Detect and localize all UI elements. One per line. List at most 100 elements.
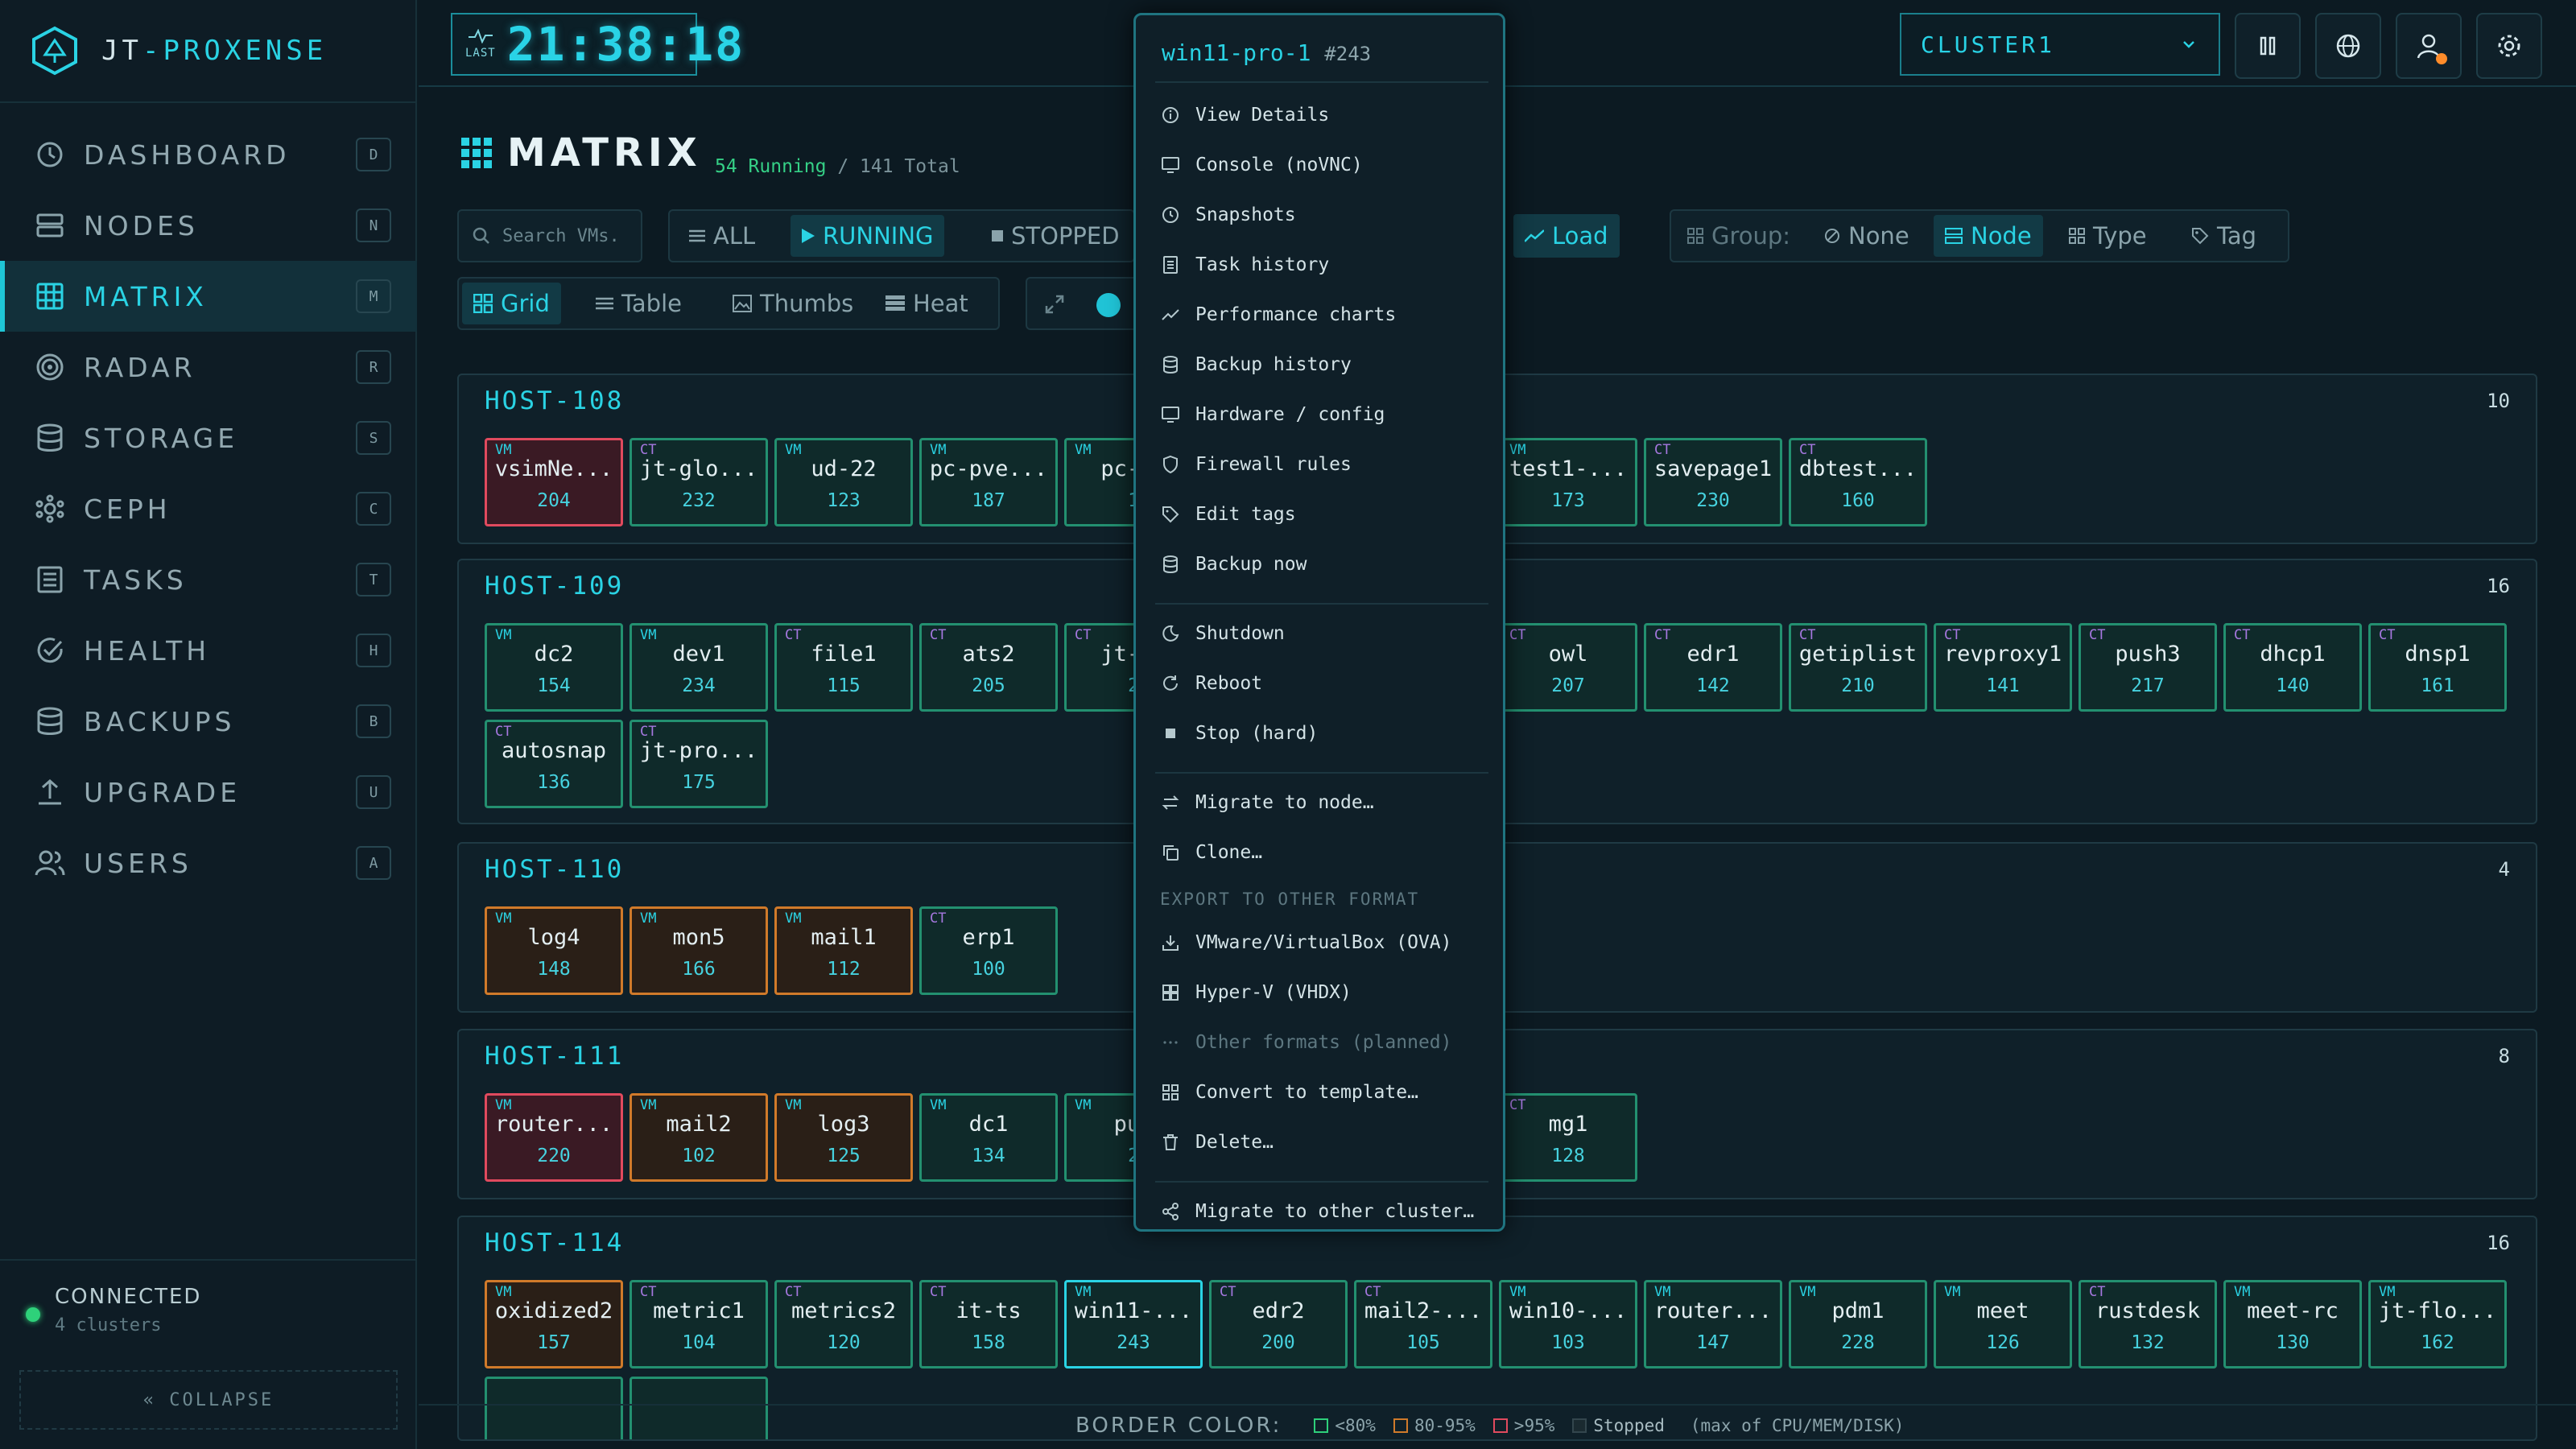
menu-item-hardware-config[interactable]: Hardware / config: [1160, 398, 1385, 431]
vm-tile[interactable]: CT jt-glo... 232: [630, 438, 768, 526]
vm-tile[interactable]: VM vsimNe... 204: [485, 438, 623, 526]
language-button[interactable]: [2315, 13, 2381, 79]
sidebar-item-radar[interactable]: RADAR R: [0, 332, 417, 402]
user-button[interactable]: [2396, 13, 2462, 79]
vm-tile[interactable]: CT push3 217: [2079, 623, 2217, 712]
group-node[interactable]: Node: [1934, 215, 2043, 257]
vm-tile[interactable]: VM ud-22 123: [774, 438, 913, 526]
menu-item-console-novnc[interactable]: Console (noVNC): [1160, 149, 1363, 181]
cluster-select[interactable]: CLUSTER1: [1900, 13, 2220, 76]
vm-tile[interactable]: CT revproxy1 141: [1934, 623, 2072, 712]
vm-tile[interactable]: CT edr2 200: [1209, 1280, 1348, 1368]
vm-tile[interactable]: VM meet-rc 130: [2223, 1280, 2362, 1368]
pause-button[interactable]: [2235, 13, 2301, 79]
vm-tile[interactable]: CT it-ts 158: [919, 1280, 1058, 1368]
vm-tile[interactable]: CT mg1 128: [1499, 1093, 1637, 1182]
vm-tile[interactable]: CT mail2-... 105: [1354, 1280, 1492, 1368]
sidebar-item-dashboard[interactable]: DASHBOARD D: [0, 119, 417, 190]
menu-item-backup-now[interactable]: Backup now: [1160, 548, 1307, 580]
menu-item-task-history[interactable]: Task history: [1160, 249, 1329, 281]
group-tag[interactable]: Tag: [2180, 215, 2268, 257]
menu-item-migrate-to-node[interactable]: Migrate to node…: [1160, 786, 1374, 819]
host-name[interactable]: HOST-114: [485, 1228, 624, 1257]
vm-tile[interactable]: CT owl 207: [1499, 623, 1637, 712]
vm-tile[interactable]: VM router... 220: [485, 1093, 623, 1182]
search-input[interactable]: Search VMs.: [457, 209, 642, 262]
vm-tile[interactable]: VM meet 126: [1934, 1280, 2072, 1368]
vm-tile[interactable]: VM mail2 102: [630, 1093, 768, 1182]
menu-item-backup-history[interactable]: Backup history: [1160, 349, 1352, 381]
vm-tile[interactable]: CT metric1 104: [630, 1280, 768, 1368]
sidebar-item-nodes[interactable]: NODES N: [0, 190, 417, 261]
vm-tile[interactable]: CT dhcp1 140: [2223, 623, 2362, 712]
vm-tile[interactable]: CT autosnap 136: [485, 720, 623, 808]
vm-tile[interactable]: VM dc1 134: [919, 1093, 1058, 1182]
view-table[interactable]: Table: [584, 283, 693, 324]
view-heat[interactable]: Heat: [874, 283, 980, 324]
filter-running[interactable]: RUNNING: [791, 215, 945, 257]
menu-item-reboot[interactable]: Reboot: [1160, 667, 1262, 700]
vm-tile[interactable]: [630, 1377, 768, 1439]
menu-item-snapshots[interactable]: Snapshots: [1160, 199, 1296, 231]
vm-tile[interactable]: VM win11-... 243: [1064, 1280, 1203, 1368]
menu-item-migrate-to-other-cluster[interactable]: Migrate to other cluster…: [1160, 1195, 1474, 1228]
menu-item-shutdown[interactable]: Shutdown: [1160, 617, 1285, 650]
vm-tile[interactable]: CT erp1 100: [919, 906, 1058, 995]
vm-tile[interactable]: VM log4 148: [485, 906, 623, 995]
vm-tile[interactable]: CT edr1 142: [1644, 623, 1782, 712]
sidebar-item-ceph[interactable]: CEPH C: [0, 473, 417, 544]
vm-tile[interactable]: VM pc-pve... 187: [919, 438, 1058, 526]
slider-handle[interactable]: [1096, 293, 1121, 317]
vm-tile[interactable]: VM jt-flo... 162: [2368, 1280, 2507, 1368]
vm-tile[interactable]: CT file1 115: [774, 623, 913, 712]
collapse-button[interactable]: « COLLAPSE: [19, 1370, 398, 1430]
vm-tile[interactable]: CT dnsp1 161: [2368, 623, 2507, 712]
sidebar-item-matrix[interactable]: MATRIX M: [0, 261, 417, 332]
vm-tile[interactable]: CT dbtest... 160: [1789, 438, 1927, 526]
menu-item-convert-to-template[interactable]: Convert to template…: [1160, 1076, 1418, 1108]
filter-all[interactable]: ALL: [678, 215, 766, 257]
host-name[interactable]: HOST-110: [485, 855, 624, 884]
view-thumbs[interactable]: Thumbs: [721, 283, 865, 324]
sidebar-item-tasks[interactable]: TASKS T: [0, 544, 417, 615]
menu-item-firewall-rules[interactable]: Firewall rules: [1160, 448, 1352, 481]
vm-tile[interactable]: VM dc2 154: [485, 623, 623, 712]
menu-item-vmware-virtualbox-ova[interactable]: VMware/VirtualBox (OVA): [1160, 927, 1452, 959]
vm-tile[interactable]: CT getiplist 210: [1789, 623, 1927, 712]
vm-tile[interactable]: VM oxidized2 157: [485, 1280, 623, 1368]
sidebar-item-backups[interactable]: BACKUPS B: [0, 686, 417, 757]
group-none[interactable]: None: [1813, 215, 1921, 257]
host-name[interactable]: HOST-111: [485, 1042, 624, 1071]
vm-tile[interactable]: VM router... 147: [1644, 1280, 1782, 1368]
sort-load[interactable]: Load: [1513, 214, 1620, 258]
vm-tile[interactable]: CT savepage1 230: [1644, 438, 1782, 526]
vm-tile[interactable]: VM log3 125: [774, 1093, 913, 1182]
sidebar-item-upgrade[interactable]: UPGRADE U: [0, 757, 417, 828]
expand-icon[interactable]: [1045, 295, 1064, 314]
sidebar-item-storage[interactable]: STORAGE S: [0, 402, 417, 473]
host-name[interactable]: HOST-108: [485, 386, 624, 415]
brand[interactable]: JT-PROXENSE: [31, 23, 327, 79]
filter-stopped[interactable]: STOPPED: [980, 215, 1131, 257]
menu-item-hyper-v-vhdx[interactable]: Hyper-V (VHDX): [1160, 976, 1352, 1009]
menu-item-stop-hard[interactable]: Stop (hard): [1160, 717, 1318, 749]
group-type[interactable]: Type: [2058, 215, 2158, 257]
view-grid[interactable]: Grid: [462, 283, 561, 324]
vm-tile[interactable]: CT rustdesk 132: [2079, 1280, 2217, 1368]
sidebar-item-health[interactable]: HEALTH H: [0, 615, 417, 686]
menu-item-view-details[interactable]: View Details: [1160, 99, 1329, 131]
vm-tile[interactable]: VM mon5 166: [630, 906, 768, 995]
vm-tile[interactable]: [485, 1377, 623, 1439]
vm-tile[interactable]: VM win10-... 103: [1499, 1280, 1637, 1368]
vm-tile[interactable]: VM pdm1 228: [1789, 1280, 1927, 1368]
vm-tile[interactable]: CT metrics2 120: [774, 1280, 913, 1368]
menu-item-performance-charts[interactable]: Performance charts: [1160, 299, 1396, 331]
host-name[interactable]: HOST-109: [485, 572, 624, 601]
menu-item-clone[interactable]: Clone…: [1160, 836, 1262, 869]
vm-tile[interactable]: VM mail1 112: [774, 906, 913, 995]
menu-item-delete[interactable]: Delete…: [1160, 1126, 1274, 1158]
menu-item-edit-tags[interactable]: Edit tags: [1160, 498, 1296, 530]
settings-button[interactable]: [2476, 13, 2542, 79]
vm-tile[interactable]: VM dev1 234: [630, 623, 768, 712]
vm-tile[interactable]: VM test1-... 173: [1499, 438, 1637, 526]
